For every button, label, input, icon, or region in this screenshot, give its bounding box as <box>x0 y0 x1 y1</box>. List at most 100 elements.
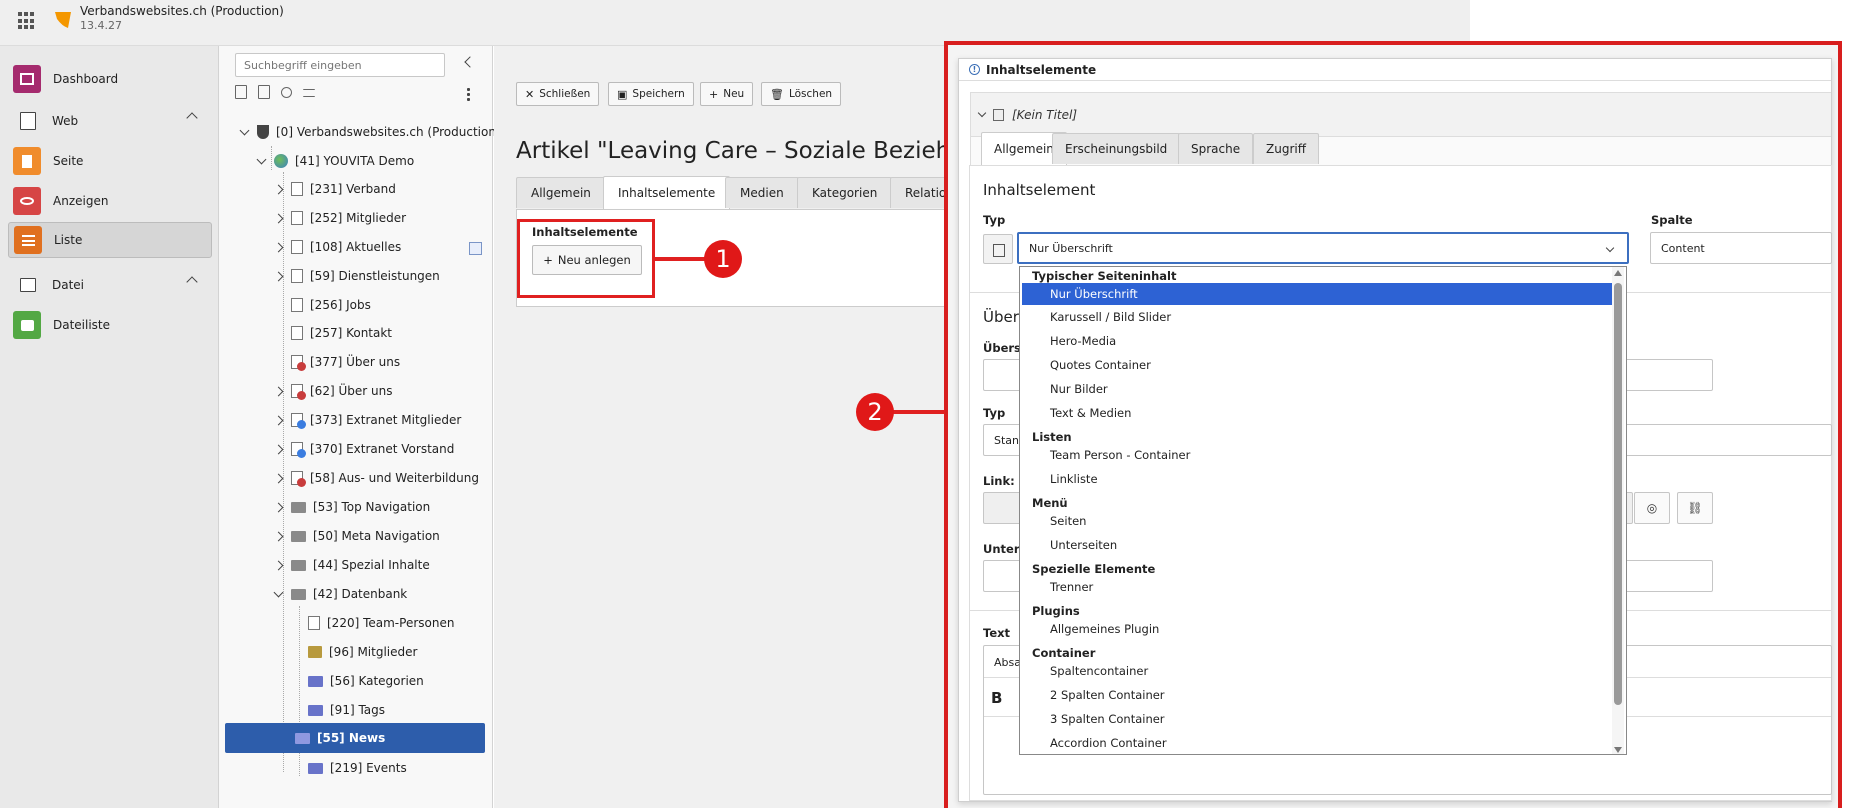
chevron-right-icon[interactable] <box>273 386 284 396</box>
save-button[interactable]: ▣ Speichern <box>608 82 694 106</box>
tree-node-mitglieder-db[interactable]: [96] Mitglieder <box>308 641 417 663</box>
page-info-icon[interactable] <box>469 242 482 255</box>
chevron-down-icon[interactable] <box>977 108 987 118</box>
dropdown-option[interactable]: Quotes Container <box>1020 354 1610 376</box>
separator-icon[interactable] <box>303 89 315 97</box>
chevron-down-icon[interactable] <box>239 125 250 135</box>
tree-node-datenbank[interactable]: [42] Datenbank <box>273 583 407 605</box>
tree-node-extranet-mitglieder[interactable]: [373] Extranet Mitglieder <box>273 409 461 431</box>
editor-tab-erscheinungsbild[interactable]: Erscheinungsbild <box>1052 133 1181 164</box>
tree-node-news[interactable]: [55] News <box>225 723 485 753</box>
scroll-down-icon[interactable] <box>1614 747 1622 753</box>
dropdown-option[interactable]: Linkliste <box>1020 468 1610 490</box>
column-select[interactable]: Content <box>1650 232 1832 264</box>
tree-node-ueber-uns-377[interactable]: [377] Über uns <box>275 351 400 373</box>
type-select[interactable]: Nur Überschrift <box>1017 232 1629 264</box>
dropdown-option[interactable]: 3 Spalten Container <box>1020 708 1610 730</box>
content-element-header[interactable]: [Kein Titel] <box>971 93 1831 137</box>
collapse-tree-icon[interactable] <box>464 56 476 68</box>
editor-tab-zugriff[interactable]: Zugriff <box>1253 133 1319 164</box>
chevron-right-icon[interactable] <box>273 184 284 194</box>
chevron-right-icon[interactable] <box>273 444 284 454</box>
module-dateiliste[interactable]: Dateiliste <box>8 307 212 343</box>
dropdown-option[interactable]: Unterseiten <box>1020 534 1610 556</box>
dropdown-option[interactable]: 2 Spalten Container <box>1020 684 1610 706</box>
chevron-up-icon[interactable] <box>186 276 198 288</box>
tab-inhaltselemente[interactable]: Inhaltselemente <box>603 176 731 209</box>
chevron-right-icon[interactable] <box>273 213 284 223</box>
tab-medien[interactable]: Medien <box>725 177 799 208</box>
tree-node-tags[interactable]: [91] Tags <box>308 699 385 721</box>
tab-allgemein[interactable]: Allgemein <box>516 177 606 208</box>
chevron-right-icon[interactable] <box>273 560 284 570</box>
dropdown-option[interactable]: Nur Überschrift <box>1022 283 1612 305</box>
module-liste[interactable]: Liste <box>8 222 212 258</box>
chevron-right-icon[interactable] <box>273 502 284 512</box>
module-dashboard[interactable]: Dashboard <box>8 61 212 97</box>
tree-node-spezial-inhalte[interactable]: [44] Spezial Inhalte <box>273 554 430 576</box>
hidden-page-icon <box>291 384 306 400</box>
editor-tab-sprache[interactable]: Sprache <box>1178 133 1254 164</box>
new-page-icon[interactable] <box>235 85 247 99</box>
typo3-logo-icon[interactable] <box>52 9 74 31</box>
close-button[interactable]: ✕ Schließen <box>516 82 600 106</box>
chevron-right-icon[interactable] <box>273 415 284 425</box>
tree-node-kategorien[interactable]: [56] Kategorien <box>308 670 424 692</box>
scroll-thumb[interactable] <box>1614 283 1622 705</box>
dropdown-option[interactable]: Hero-Media <box>1020 330 1610 352</box>
link-wizard-button[interactable]: ◎ <box>1634 492 1670 524</box>
module-group-web[interactable]: Web <box>8 106 212 136</box>
link-icon[interactable] <box>281 87 292 98</box>
tab-kategorien[interactable]: Kategorien <box>797 177 893 208</box>
tree-node-jobs[interactable]: [256] Jobs <box>275 294 371 316</box>
chevron-right-icon[interactable] <box>273 242 284 252</box>
link-button[interactable]: ⛓ <box>1677 492 1713 524</box>
dropdown-option[interactable]: Allgemeines Plugin <box>1020 618 1610 640</box>
type-dropdown-list[interactable]: Typischer Seiteninhalt Nur Überschrift K… <box>1019 266 1627 755</box>
tree-node-label: [220] Team-Personen <box>327 616 455 630</box>
dropdown-option[interactable]: Trenner <box>1020 576 1610 598</box>
dropdown-option[interactable]: Team Person - Container <box>1020 444 1610 466</box>
delete-button[interactable]: 🗑 Löschen <box>761 82 842 106</box>
tree-node-extranet-vorstand[interactable]: [370] Extranet Vorstand <box>273 438 454 460</box>
tree-search-input[interactable] <box>235 53 445 77</box>
chevron-right-icon[interactable] <box>273 271 284 281</box>
chevron-down-icon[interactable] <box>273 587 284 597</box>
tree-node-weiterbildung[interactable]: [58] Aus- und Weiterbildung <box>273 467 479 489</box>
tree-node-ueber-uns-62[interactable]: [62] Über uns <box>273 380 392 402</box>
rte-paragraph-format[interactable]: Absa <box>994 656 1021 669</box>
chevron-down-icon[interactable] <box>256 154 267 164</box>
tree-node-aktuelles[interactable]: [108] Aktuelles <box>273 236 401 258</box>
tree-node-youvita[interactable]: [41] YOUVITA Demo <box>256 150 414 172</box>
tree-node-root[interactable]: [0] Verbandswebsites.ch (Production) <box>239 121 501 143</box>
app-grid-icon[interactable] <box>18 12 36 30</box>
dropdown-option[interactable]: Text & Medien <box>1020 402 1610 424</box>
tree-node-verband[interactable]: [231] Verband <box>273 178 396 200</box>
dropdown-option[interactable]: Nur Bilder <box>1020 378 1610 400</box>
dropdown-option[interactable]: Spaltencontainer <box>1020 660 1610 682</box>
tree-node-events[interactable]: [219] Events <box>308 757 407 779</box>
tree-node-kontakt[interactable]: [257] Kontakt <box>275 322 392 344</box>
chevron-up-icon[interactable] <box>186 112 198 124</box>
chevron-right-icon[interactable] <box>273 473 284 483</box>
module-group-datei[interactable]: Datei <box>8 270 212 300</box>
tree-node-top-navigation[interactable]: [53] Top Navigation <box>273 496 430 518</box>
tree-more-icon[interactable] <box>467 87 470 101</box>
scroll-up-icon[interactable] <box>1614 270 1622 276</box>
dropdown-scrollbar[interactable] <box>1612 267 1624 754</box>
close-button-label: Schließen <box>539 88 591 100</box>
list-icon <box>14 226 42 254</box>
tree-node-dienstleistungen[interactable]: [59] Dienstleistungen <box>273 265 440 287</box>
tree-node-mitglieder[interactable]: [252] Mitglieder <box>273 207 406 229</box>
dropdown-option[interactable]: Seiten <box>1020 510 1610 532</box>
dropdown-option[interactable]: Karussell / Bild Slider <box>1020 306 1610 328</box>
chevron-right-icon[interactable] <box>273 531 284 541</box>
new-page-template-icon[interactable] <box>258 85 270 99</box>
module-seite[interactable]: Seite <box>8 143 212 179</box>
dropdown-option[interactable]: Accordion Container <box>1020 732 1610 754</box>
module-anzeigen[interactable]: Anzeigen <box>8 183 212 219</box>
tree-node-team-personen[interactable]: [220] Team-Personen <box>308 612 454 634</box>
new-button[interactable]: + Neu <box>700 82 754 106</box>
bold-button[interactable]: B <box>991 689 1002 707</box>
tree-node-meta-navigation[interactable]: [50] Meta Navigation <box>273 525 440 547</box>
